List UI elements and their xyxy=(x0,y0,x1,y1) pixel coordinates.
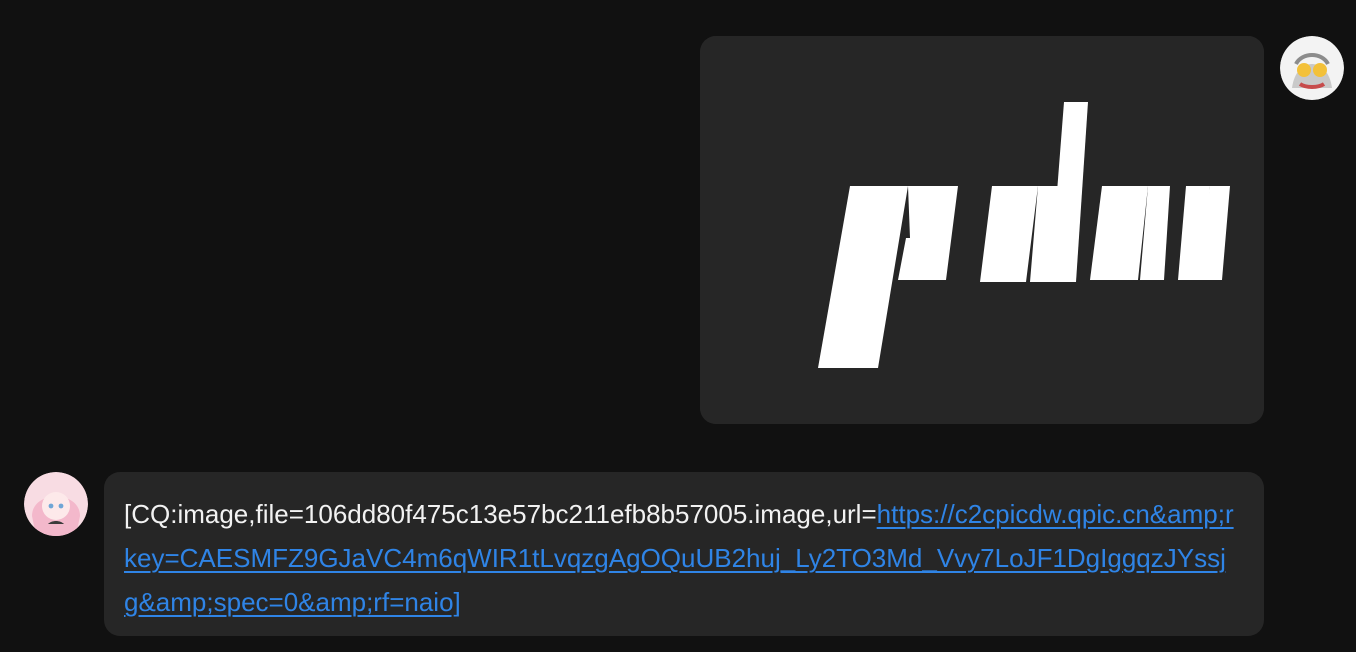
chat-page: [CQ:image,file=106dd80f475c13e57bc211efb… xyxy=(0,0,1356,652)
image-message-bubble[interactable] xyxy=(700,36,1264,424)
message-text: [CQ:image,file=106dd80f475c13e57bc211efb… xyxy=(124,499,877,529)
sender-avatar[interactable] xyxy=(24,472,88,536)
cartoon-hero-icon xyxy=(1280,36,1344,100)
text-message-bubble[interactable]: [CQ:image,file=106dd80f475c13e57bc211efb… xyxy=(104,472,1264,636)
anime-girl-icon xyxy=(24,472,88,536)
palan-logo-image xyxy=(700,36,1264,424)
self-avatar[interactable] xyxy=(1280,36,1344,100)
